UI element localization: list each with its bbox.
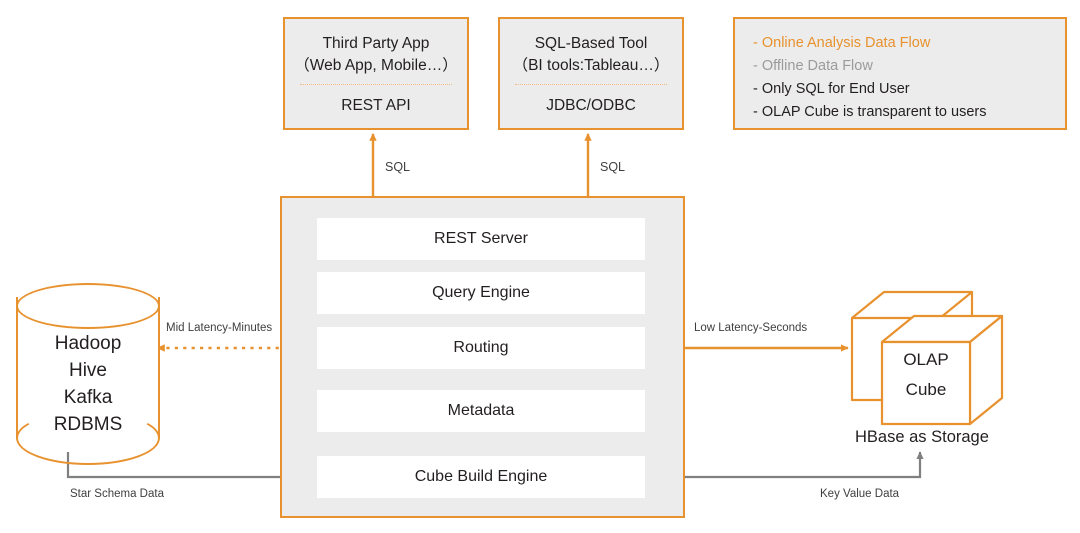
legend-item-only-sql: - Only SQL for End User bbox=[753, 77, 1065, 100]
legend-label: - Online Analysis Data Flow bbox=[753, 34, 931, 51]
legend-label: - Offline Data Flow bbox=[753, 57, 873, 74]
source-line: Kafka bbox=[63, 387, 113, 408]
consumer-protocol: REST API bbox=[341, 97, 411, 114]
low-latency-label: Low Latency-Seconds bbox=[694, 322, 808, 334]
source-line: RDBMS bbox=[53, 414, 123, 435]
platform-component-query-engine[interactable]: Query Engine bbox=[317, 272, 645, 314]
consumer-protocol: JDBC/ODBC bbox=[546, 97, 636, 114]
data-source-cylinder-top bbox=[16, 283, 160, 329]
source-line: Hadoop bbox=[54, 333, 122, 354]
key-value-label: Key Value Data bbox=[820, 488, 900, 500]
star-schema-label: Star Schema Data bbox=[70, 488, 164, 500]
platform-component-rest-server[interactable]: REST Server bbox=[317, 218, 645, 260]
key-value-arrow bbox=[650, 451, 924, 479]
platform-component-routing[interactable]: Routing bbox=[317, 327, 645, 369]
legend-item-online: - Online Analysis Data Flow bbox=[753, 31, 1065, 54]
source-line: Hive bbox=[68, 360, 107, 381]
mid-latency-label: Mid Latency-Minutes bbox=[166, 322, 273, 334]
platform-component-metadata[interactable]: Metadata bbox=[317, 390, 645, 432]
cube-line: Cube bbox=[905, 380, 947, 399]
consumer-title: Third Party App bbox=[322, 35, 430, 52]
data-source-labels: Hadoop Hive Kafka RDBMS bbox=[16, 330, 160, 438]
component-label: Routing bbox=[453, 339, 509, 356]
component-label: Metadata bbox=[447, 402, 515, 419]
consumer-divider bbox=[514, 84, 668, 85]
consumer-subtitle: （Web App, Mobile…） bbox=[294, 57, 458, 74]
component-label: Cube Build Engine bbox=[414, 468, 548, 485]
diagram-canvas: Third Party App （Web App, Mobile…） REST … bbox=[0, 0, 1080, 533]
sql-label-bi-tool: SQL bbox=[600, 160, 626, 174]
cube-line: OLAP bbox=[903, 350, 949, 369]
platform-component-cube-build-engine[interactable]: Cube Build Engine bbox=[317, 456, 645, 498]
legend-item-olap-transparent: - OLAP Cube is transparent to users bbox=[753, 100, 1065, 123]
consumer-title: SQL-Based Tool bbox=[534, 35, 648, 52]
olap-cube-label: OLAP Cube bbox=[882, 345, 970, 405]
component-label: Query Engine bbox=[432, 284, 530, 301]
component-label: REST Server bbox=[434, 230, 528, 247]
consumer-box-sql-tool[interactable]: SQL-Based Tool （BI tools:Tableau…） JDBC/… bbox=[498, 17, 684, 130]
consumer-subtitle: （BI tools:Tableau…） bbox=[512, 57, 670, 74]
consumer-box-third-party[interactable]: Third Party App （Web App, Mobile…） REST … bbox=[283, 17, 469, 130]
legend-panel: - Online Analysis Data Flow - Offline Da… bbox=[733, 17, 1067, 130]
legend-item-offline: - Offline Data Flow bbox=[753, 54, 1065, 77]
legend-label: - OLAP Cube is transparent to users bbox=[753, 103, 987, 120]
sql-label-third-party: SQL bbox=[385, 160, 411, 174]
storage-caption: HBase as Storage bbox=[855, 428, 989, 446]
consumer-divider bbox=[299, 84, 453, 85]
legend-label: - Only SQL for End User bbox=[753, 80, 910, 97]
